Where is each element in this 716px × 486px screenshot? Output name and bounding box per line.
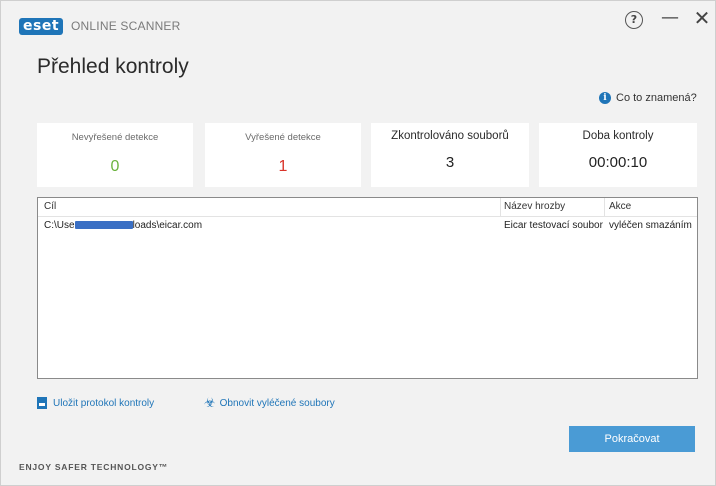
table-header: Cíl Název hrozby Akce [38,198,697,217]
info-icon: i [599,92,611,104]
scanned-files-card: Zkontrolováno souborů 3 [371,123,529,187]
unresolved-detections-card: Nevyřešené detekce 0 [37,123,193,187]
title-bar: eset ONLINE SCANNER ? — ✕ [1,1,715,45]
card-value: 00:00:10 [588,154,648,171]
card-label: Nevyřešené detekce [71,132,159,143]
continue-button[interactable]: Pokračovat [569,426,695,452]
save-log-label: Uložit protokol kontroly [53,397,155,409]
scanner-window: eset ONLINE SCANNER ? — ✕ Přehled kontro… [0,0,716,486]
footer-tagline: ENJOY SAFER TECHNOLOGY™ [19,462,169,472]
column-divider[interactable] [604,198,605,216]
product-name: ONLINE SCANNER [71,19,181,33]
column-header-threat[interactable]: Název hrozby [504,201,565,212]
row-threat: Eicar testovací soubor [504,220,603,231]
column-header-action[interactable]: Akce [609,201,631,212]
card-label: Vyřešené detekce [245,132,321,143]
restore-label: Obnovit vyléčené soubory [219,397,335,409]
redacted-path [74,221,133,230]
what-does-it-mean-link[interactable]: i Co to znamená? [599,92,697,104]
column-divider[interactable] [500,198,501,216]
column-header-target[interactable]: Cíl [44,201,56,212]
card-label: Doba kontroly [582,130,654,142]
biohazard-icon: ☣ [204,395,216,410]
close-button[interactable]: ✕ [691,8,713,28]
help-button[interactable]: ? [623,8,645,29]
table-row[interactable]: C:\Use loads\eicar.com Eicar testovací so… [38,217,697,235]
save-log-link[interactable]: Uložit protokol kontroly [37,397,154,409]
target-prefix: C:\Use [44,220,75,231]
card-value: 1 [278,158,288,175]
detections-table[interactable]: Cíl Název hrozby Akce C:\Use loads\eicar.… [37,197,698,379]
eset-logo: eset ONLINE SCANNER [19,17,181,35]
info-link-label: Co to znamená? [616,92,697,104]
card-label: Zkontrolováno souborů [391,130,509,142]
card-value: 3 [445,154,455,171]
row-action: vyléčen smazáním [609,220,692,231]
help-icon: ? [625,11,643,29]
card-value: 0 [110,158,120,175]
restore-files-link[interactable]: ☣ Obnovit vyléčené soubory [204,395,335,410]
target-suffix: loads\eicar.com [132,220,203,231]
minimize-button[interactable]: — [659,8,681,28]
page-title: Přehled kontroly [37,55,189,78]
eset-logo-badge: eset [19,17,64,35]
resolved-detections-card: Vyřešené detekce 1 [205,123,361,187]
save-icon [37,397,47,409]
scan-duration-card: Doba kontroly 00:00:10 [539,123,697,187]
row-target: C:\Use loads\eicar.com [44,220,202,231]
